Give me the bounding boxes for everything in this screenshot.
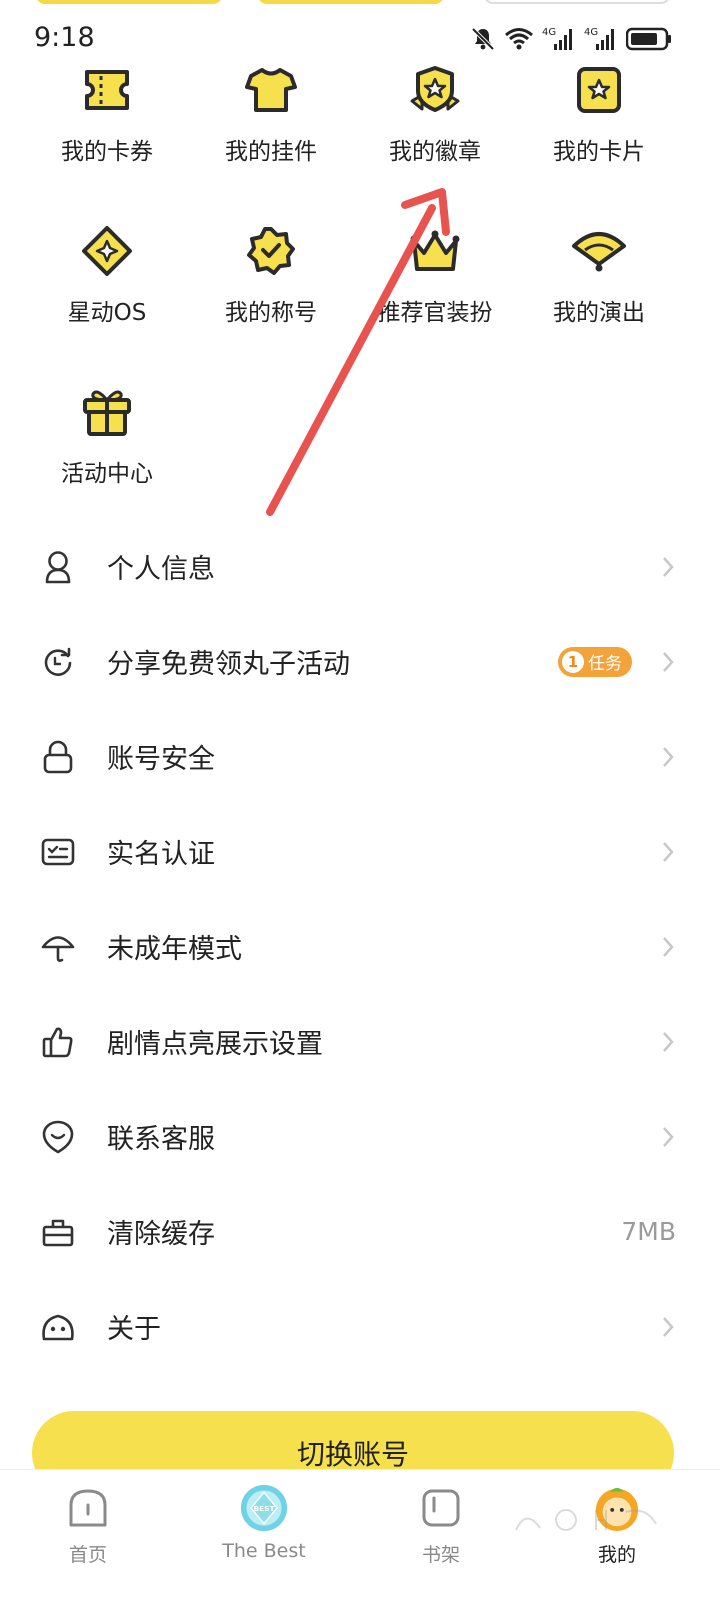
menu-item-customer-service[interactable]: 联系客服	[0, 1089, 720, 1184]
grid-item-label: 推荐官装扮	[377, 300, 493, 326]
diamond-sparkle-icon	[79, 223, 135, 279]
bookshelf-icon	[417, 1484, 465, 1532]
grid-item-activity-center[interactable]: 活动中心	[25, 384, 189, 488]
top-partial-buttons	[0, 0, 720, 10]
grid-item-label: 我的挂件	[225, 139, 317, 165]
about-face-icon	[40, 1309, 76, 1345]
menu-item-personal-info[interactable]: 个人信息	[0, 519, 720, 614]
home-icon	[64, 1484, 112, 1532]
chevron-right-icon	[663, 1031, 674, 1052]
clear-cache-icon	[40, 1214, 76, 1250]
svg-text:4G: 4G	[542, 27, 556, 38]
tab-the-best[interactable]: BEST The Best	[204, 1484, 324, 1562]
refresh-icon	[40, 644, 76, 680]
ticket-icon	[79, 62, 135, 118]
menu-item-about[interactable]: 关于	[0, 1279, 720, 1374]
menu-item-label: 联系客服	[107, 1124, 215, 1155]
chevron-right-icon	[663, 936, 674, 957]
tab-home[interactable]: 首页	[28, 1484, 148, 1567]
tab-bookshelf[interactable]: 书架	[381, 1484, 501, 1567]
menu-item-label: 清除缓存	[107, 1219, 215, 1250]
menu-item-label: 账号安全	[107, 744, 215, 775]
status-icons: 4G 4G	[470, 26, 672, 52]
grid-item-label: 星动OS	[67, 300, 147, 326]
grid-row-1: 我的卡券 我的挂件 我的徽章 我的卡片	[0, 62, 720, 223]
chevron-right-icon	[663, 651, 674, 672]
wifi-icon	[505, 28, 533, 50]
thumbs-up-icon	[40, 1024, 76, 1060]
mute-bell-icon	[471, 27, 495, 51]
grid-item-label: 活动中心	[61, 461, 153, 487]
battery-icon	[626, 27, 671, 51]
grid-item-label: 我的称号	[225, 300, 317, 326]
grid-item-xingdong-os[interactable]: 星动OS	[25, 223, 189, 327]
cache-size-value: 7MB	[621, 1217, 676, 1246]
grid-item-label: 我的卡片	[553, 139, 645, 165]
grid-item-pendants[interactable]: 我的挂件	[189, 62, 353, 166]
status-time: 9:18	[34, 22, 95, 53]
task-badge-count: 1	[562, 650, 584, 673]
partial-pill-1[interactable]	[36, 0, 222, 4]
feature-grid: 我的卡券 我的挂件 我的徽章 我的卡片 星动OS 我的称号 推荐官装扮 我的演出…	[0, 62, 720, 545]
menu-item-share-activity[interactable]: 分享免费领丸子活动 1 任务	[0, 614, 720, 709]
status-bar: 9:18 4G 4G	[0, 18, 720, 58]
grid-item-titles[interactable]: 我的称号	[189, 223, 353, 327]
signal-2-icon: 4G	[584, 27, 614, 50]
chevron-right-icon	[663, 556, 674, 577]
grid-item-coupons[interactable]: 我的卡券	[25, 62, 189, 166]
tab-label: The Best	[222, 1540, 306, 1562]
support-face-icon	[40, 1119, 76, 1155]
partial-pill-2[interactable]	[258, 0, 444, 4]
best-icon: BEST	[240, 1484, 288, 1532]
task-badge: 1 任务	[558, 646, 632, 677]
grid-item-label: 我的卡券	[61, 139, 153, 165]
chevron-right-icon	[663, 1126, 674, 1147]
tab-label: 我的	[597, 1544, 636, 1566]
gift-icon	[79, 384, 135, 440]
menu-item-label: 个人信息	[107, 554, 215, 585]
menu-item-label: 实名认证	[107, 839, 215, 870]
grid-item-performances[interactable]: 我的演出	[517, 223, 681, 327]
baidu-watermark-logo	[515, 1509, 657, 1531]
menu-item-account-security[interactable]: 账号安全	[0, 709, 720, 804]
grid-item-cards[interactable]: 我的卡片	[517, 62, 681, 166]
menu-item-story-highlight-settings[interactable]: 剧情点亮展示设置	[0, 994, 720, 1089]
menu-item-clear-cache[interactable]: 清除缓存 7MB	[0, 1184, 720, 1279]
menu-item-real-name-verification[interactable]: 实名认证	[0, 804, 720, 899]
fan-icon	[571, 223, 627, 279]
lock-icon	[40, 739, 76, 775]
task-badge-text: 任务	[588, 654, 622, 674]
menu-item-label: 分享免费领丸子活动	[107, 649, 350, 680]
svg-text:4G: 4G	[584, 27, 598, 38]
grid-row-2: 星动OS 我的称号 推荐官装扮 我的演出	[0, 223, 720, 384]
partial-pill-3[interactable]	[484, 0, 670, 4]
person-icon	[40, 549, 76, 585]
best-icon-text: BEST	[253, 1504, 274, 1513]
umbrella-icon	[40, 929, 76, 965]
tab-label: 首页	[68, 1544, 107, 1566]
chevron-right-icon	[663, 841, 674, 862]
card-star-icon	[571, 62, 627, 118]
menu-item-label: 未成年模式	[107, 934, 242, 965]
tshirt-icon	[243, 62, 299, 118]
chevron-right-icon	[663, 1316, 674, 1337]
grid-item-label: 我的演出	[553, 300, 645, 326]
tab-label: 书架	[421, 1544, 460, 1566]
crown-icon	[407, 223, 463, 279]
id-card-icon	[40, 834, 76, 870]
menu-item-label: 关于	[107, 1314, 161, 1345]
chevron-right-icon	[663, 746, 674, 767]
grid-item-badges[interactable]: 我的徽章	[353, 62, 517, 166]
menu-item-minor-mode[interactable]: 未成年模式	[0, 899, 720, 994]
grid-item-recommender-outfit[interactable]: 推荐官装扮	[353, 223, 517, 327]
grid-item-label: 我的徽章	[389, 139, 481, 165]
menu-item-label: 剧情点亮展示设置	[107, 1029, 323, 1060]
settings-list: 个人信息 分享免费领丸子活动 1 任务 账号安全 实名认证 未成年模式 剧情点亮…	[0, 519, 720, 1374]
badge-star-icon	[407, 62, 463, 118]
seal-check-icon	[243, 223, 299, 279]
signal-1-icon: 4G	[542, 27, 572, 50]
